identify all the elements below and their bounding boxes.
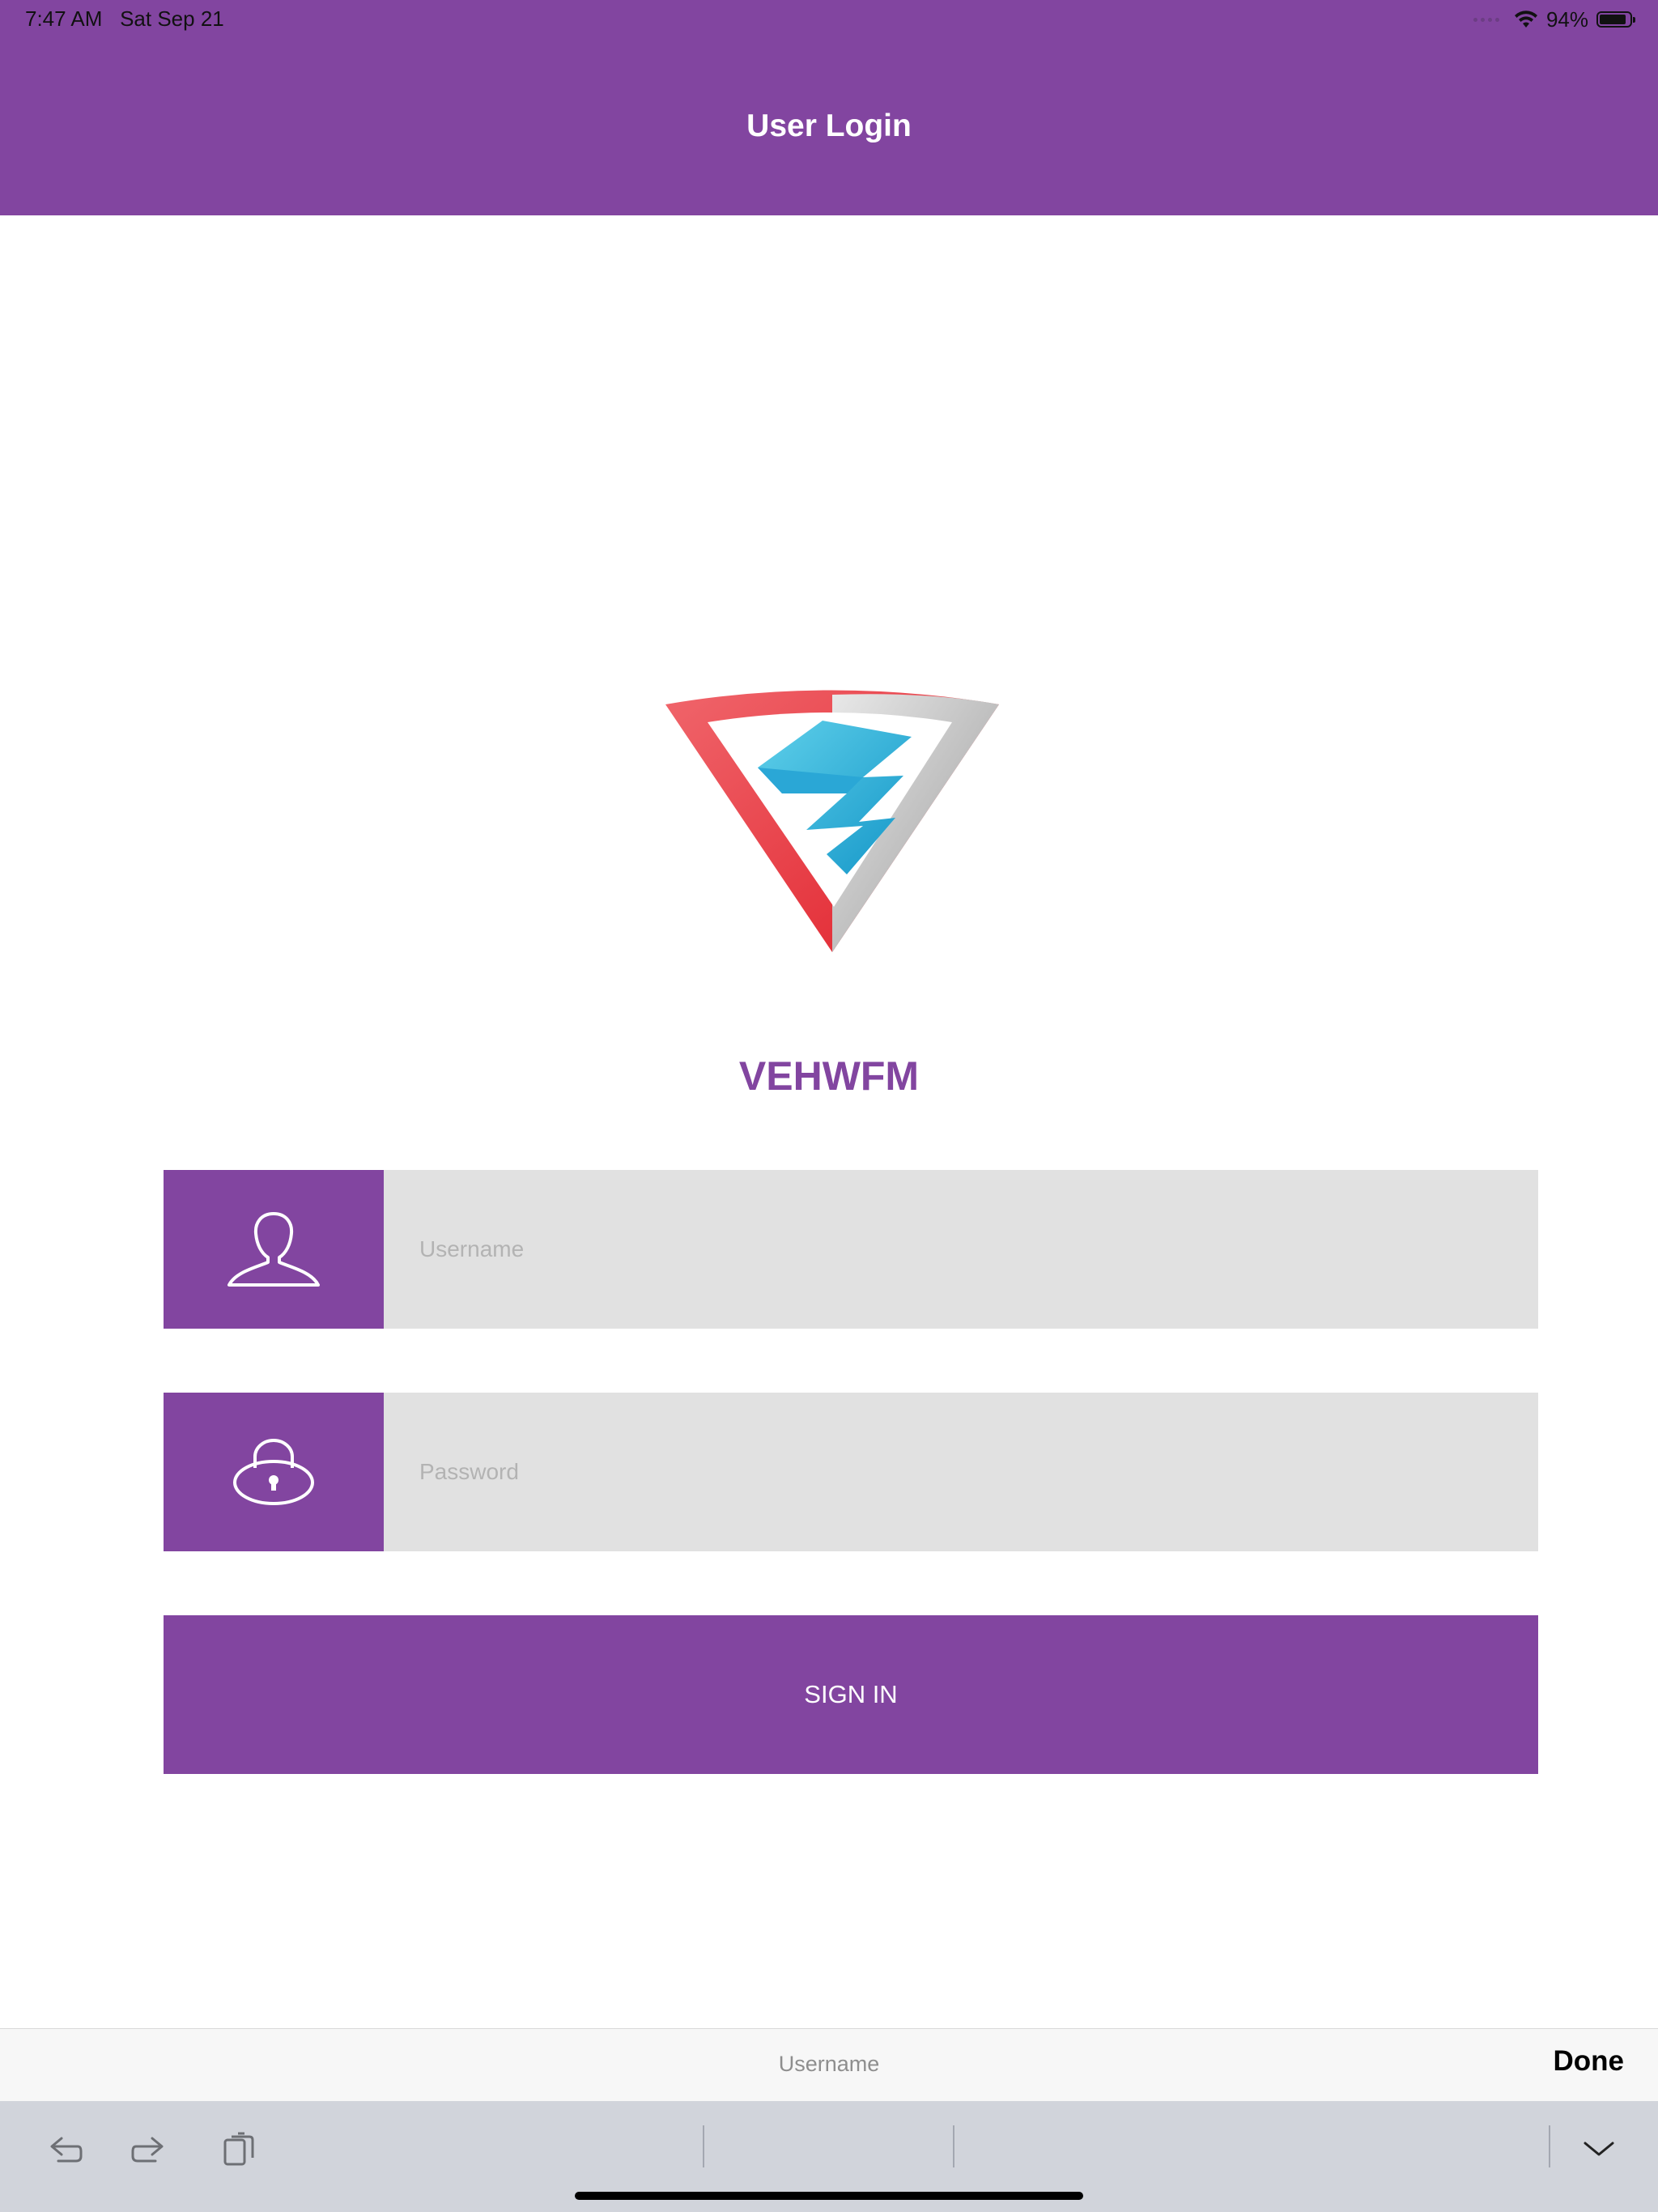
status-time-date: 7:47 AM Sat Sep 21 xyxy=(25,6,224,32)
sign-in-button[interactable]: SIGN IN xyxy=(164,1615,1538,1774)
password-field xyxy=(164,1393,1538,1551)
divider xyxy=(953,2125,954,2167)
lock-icon xyxy=(164,1393,384,1551)
redo-icon[interactable] xyxy=(130,2129,170,2169)
header-bar: 7:47 AM Sat Sep 21 94% User Login xyxy=(0,0,1658,215)
status-time: 7:47 AM xyxy=(25,6,103,31)
status-icons: 94% xyxy=(1473,6,1635,32)
paste-icon[interactable] xyxy=(219,2129,259,2169)
wifi-icon xyxy=(1514,11,1537,28)
keyboard-dismiss-icon[interactable] xyxy=(1579,2129,1619,2169)
keyboard-accessory-bar: Username Done xyxy=(0,2028,1658,2102)
user-icon xyxy=(164,1170,384,1329)
username-field xyxy=(164,1170,1538,1329)
app-name: VEHWFM xyxy=(738,1053,920,1099)
done-button[interactable]: Done xyxy=(1554,2045,1625,2078)
page-title: User Login xyxy=(746,108,912,143)
status-date: Sat Sep 21 xyxy=(120,6,224,31)
username-input[interactable] xyxy=(384,1170,1538,1329)
multitasking-dots-icon xyxy=(1473,17,1499,22)
divider xyxy=(703,2125,704,2167)
undo-icon[interactable] xyxy=(44,2129,84,2169)
home-indicator xyxy=(575,2192,1083,2200)
shield-logo xyxy=(665,690,999,952)
divider xyxy=(1549,2125,1550,2167)
active-field-label: Username xyxy=(778,2052,880,2076)
battery-percentage: 94% xyxy=(1545,6,1588,32)
password-input[interactable] xyxy=(384,1393,1538,1551)
battery-icon xyxy=(1596,11,1635,28)
